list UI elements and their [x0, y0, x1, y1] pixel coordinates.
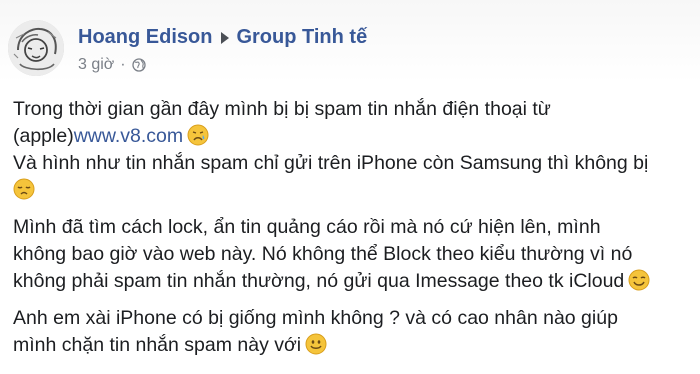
body-line: mình chặn tin nhắn spam này với — [13, 332, 693, 359]
body-line-text: không phải spam tin nhắn thường, nó gửi … — [13, 270, 625, 292]
apple-prefix-text: (apple) — [13, 125, 74, 147]
body-line: Anh em xài iPhone có bị giống mình không… — [13, 307, 618, 329]
body-line: (apple)www.v8.com — [13, 123, 693, 150]
slightly-smiling-face-emoji — [305, 333, 327, 355]
website-link[interactable]: www.v8.com — [74, 125, 183, 147]
body-line: không phải spam tin nhắn thường, nó gửi … — [13, 268, 693, 295]
globe-icon[interactable] — [131, 58, 146, 72]
post-meta: 3 giờ · — [78, 56, 146, 74]
meta-separator: · — [120, 56, 126, 73]
avatar[interactable] — [8, 20, 64, 76]
paragraph-3: Anh em xài iPhone có bị giống mình không… — [13, 305, 693, 359]
author-name[interactable]: Hoang Edison — [78, 26, 212, 49]
post-timestamp[interactable]: 3 giờ — [78, 56, 114, 74]
paragraph-2: Mình đã tìm cách lock, ẩn tin quảng cáo … — [13, 214, 693, 295]
triangle-right-icon — [221, 31, 230, 44]
paragraph-1: Trong thời gian gần đây mình bị bị spam … — [13, 96, 693, 204]
body-line: Và hình như tin nhắn spam chỉ gửi trên i… — [13, 152, 649, 174]
facebook-post: Hoang Edison Group Tinh tế 3 giờ · Trong… — [0, 0, 700, 374]
body-line: Trong thời gian gần đây mình bị bị spam … — [13, 98, 551, 120]
body-line — [13, 177, 693, 204]
post-body: Trong thời gian gần đây mình bị bị spam … — [13, 96, 693, 369]
avatar-sketch-icon — [8, 20, 64, 76]
crying-face-emoji — [187, 124, 209, 146]
body-line-text: mình chặn tin nhắn spam này với — [13, 334, 302, 356]
post-header: Hoang Edison Group Tinh tế — [78, 26, 367, 49]
body-line: Mình đã tìm cách lock, ẩn tin quảng cáo … — [13, 216, 601, 238]
disappointed-face-emoji — [13, 178, 35, 200]
body-line: không bao giờ vào web này. Nó không thể … — [13, 243, 633, 265]
relieved-smile-emoji — [628, 269, 650, 291]
group-name[interactable]: Group Tinh tế — [236, 26, 367, 49]
